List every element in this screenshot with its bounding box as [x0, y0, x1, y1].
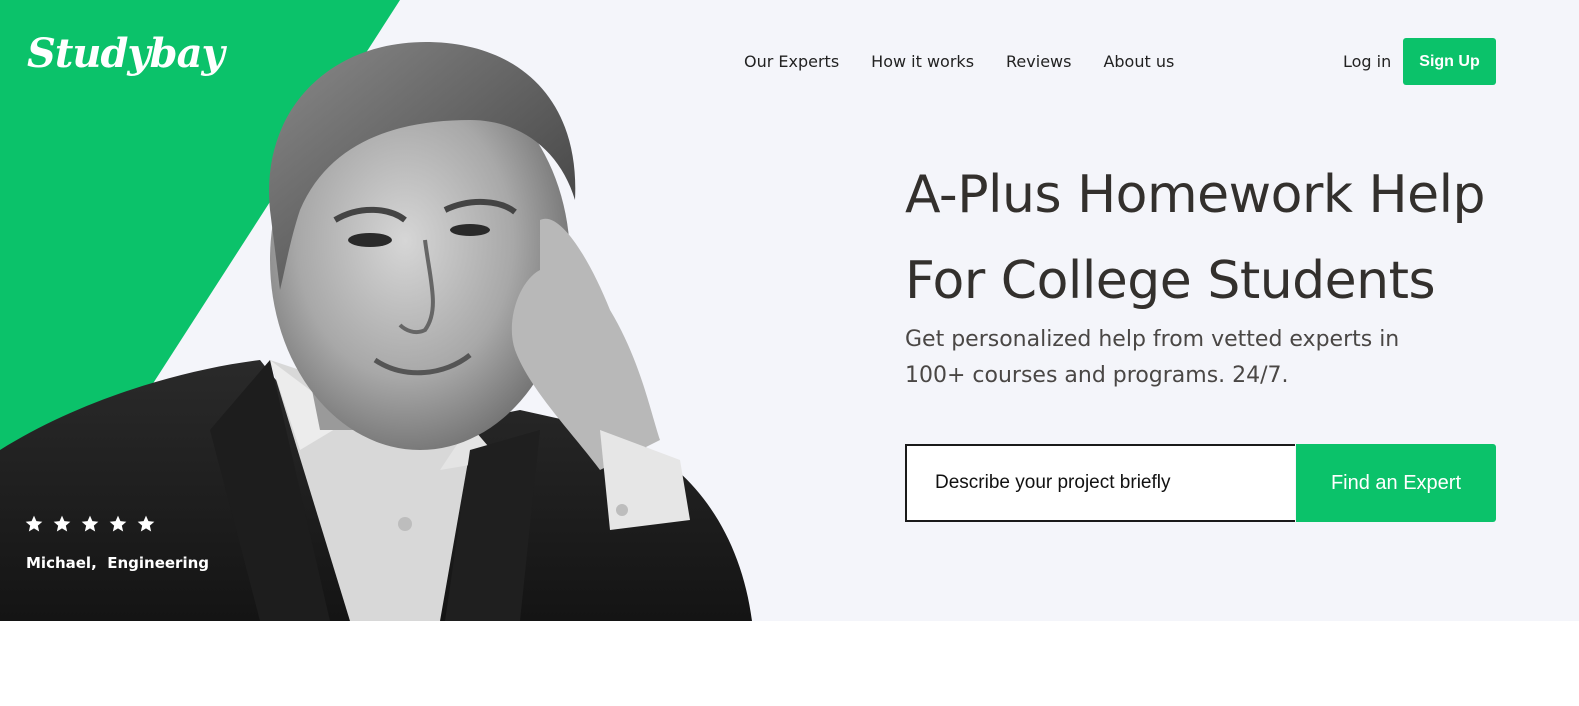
hero-section: Studybay Michael, Engineering Our Expert…: [0, 0, 1579, 621]
studybay-logo[interactable]: Studybay: [27, 30, 225, 77]
hero-subtitle: Get personalized help from vetted expert…: [905, 327, 1400, 388]
main-nav: Our Experts How it works Reviews About u…: [744, 52, 1174, 71]
star-icon: [25, 515, 43, 532]
star-icon: [81, 515, 99, 532]
project-description-input[interactable]: [905, 444, 1295, 522]
nav-item-how-it-works[interactable]: How it works: [871, 52, 974, 71]
nav-item-our-experts[interactable]: Our Experts: [744, 52, 839, 71]
login-link[interactable]: Log in: [1343, 52, 1391, 71]
star-icon: [137, 515, 155, 532]
star-rating: [24, 514, 156, 534]
find-expert-button[interactable]: Find an Expert: [1296, 444, 1496, 522]
nav-item-reviews[interactable]: Reviews: [1006, 52, 1071, 71]
nav-item-about-us[interactable]: About us: [1103, 52, 1174, 71]
star-icon: [109, 515, 127, 532]
reviewer-name: Michael, Engineering: [26, 554, 210, 572]
hero-headline: A-Plus Homework Help For College Student…: [905, 165, 1486, 311]
star-icon: [53, 515, 71, 532]
signup-button[interactable]: Sign Up: [1403, 38, 1496, 85]
